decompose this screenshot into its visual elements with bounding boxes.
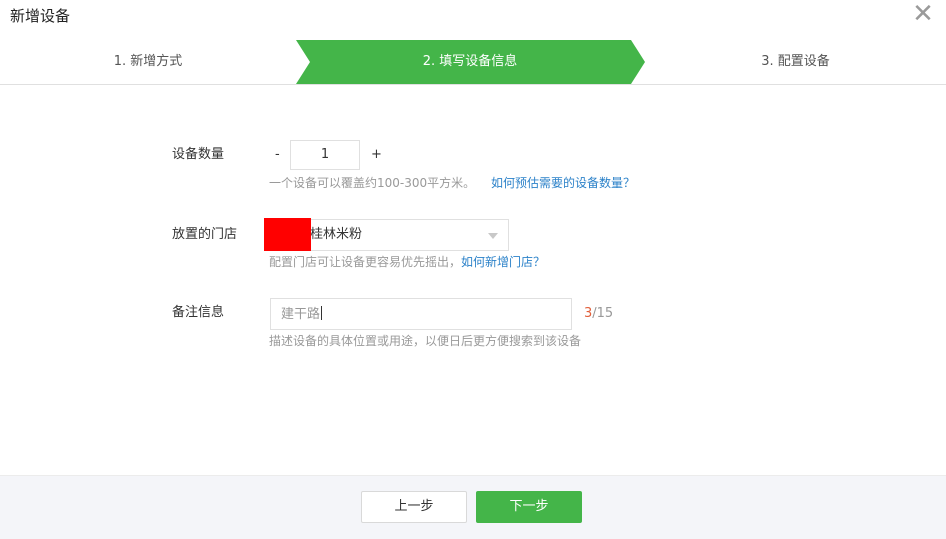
dialog-header: 新增设备 ✕ [0,0,946,41]
note-input[interactable]: 建干路 [270,298,572,330]
step-1: 1. 新增方式 [113,54,183,69]
note-char-counter: 3/15 [584,305,613,323]
redaction-block [264,218,311,251]
prev-step-button[interactable]: 上一步 [361,491,467,523]
store-select-value: 桂林米粉 [310,227,363,242]
store-label: 放置的门店 [172,227,238,242]
store-hint-text: 配置门店可让设备更容易优先摇出， [269,255,462,269]
step-2: 2. 填写设备信息 [422,54,518,69]
note-char-max: /15 [592,306,614,321]
step-3: 3. 配置设备 [761,54,830,69]
add-store-link[interactable]: 如何新增门店？ [461,255,545,269]
text-cursor [321,306,323,320]
quantity-decrement-button[interactable]: - [275,146,280,164]
quantity-hint-text: 一个设备可以覆盖约100-300平方米。 [269,176,476,190]
note-input-value: 建干路 [281,306,323,324]
chevron-down-icon [488,233,498,239]
quantity-increment-button[interactable]: + [371,146,382,164]
estimate-quantity-link[interactable]: 如何预估需要的设备数量？ [491,176,635,190]
close-icon[interactable]: ✕ [910,1,936,28]
note-hint: 描述设备的具体位置或用途，以便日后更方便搜索到该设备 [269,334,582,348]
quantity-hint: 一个设备可以覆盖约100-300平方米。 如何预估需要的设备数量？ [269,175,635,191]
dialog-title: 新增设备 [10,7,71,25]
store-hint: 配置门店可让设备更容易优先摇出，如何新增门店？ [269,254,545,270]
step-progress: 1. 新增方式 2. 填写设备信息 3. 配置设备 [0,40,946,85]
dialog-footer: 上一步 下一步 [0,475,946,539]
quantity-label: 设备数量 [172,147,225,162]
quantity-input[interactable]: 1 [290,140,360,170]
note-label: 备注信息 [172,305,225,320]
note-value-text: 建干路 [281,307,321,322]
next-step-button[interactable]: 下一步 [476,491,582,523]
